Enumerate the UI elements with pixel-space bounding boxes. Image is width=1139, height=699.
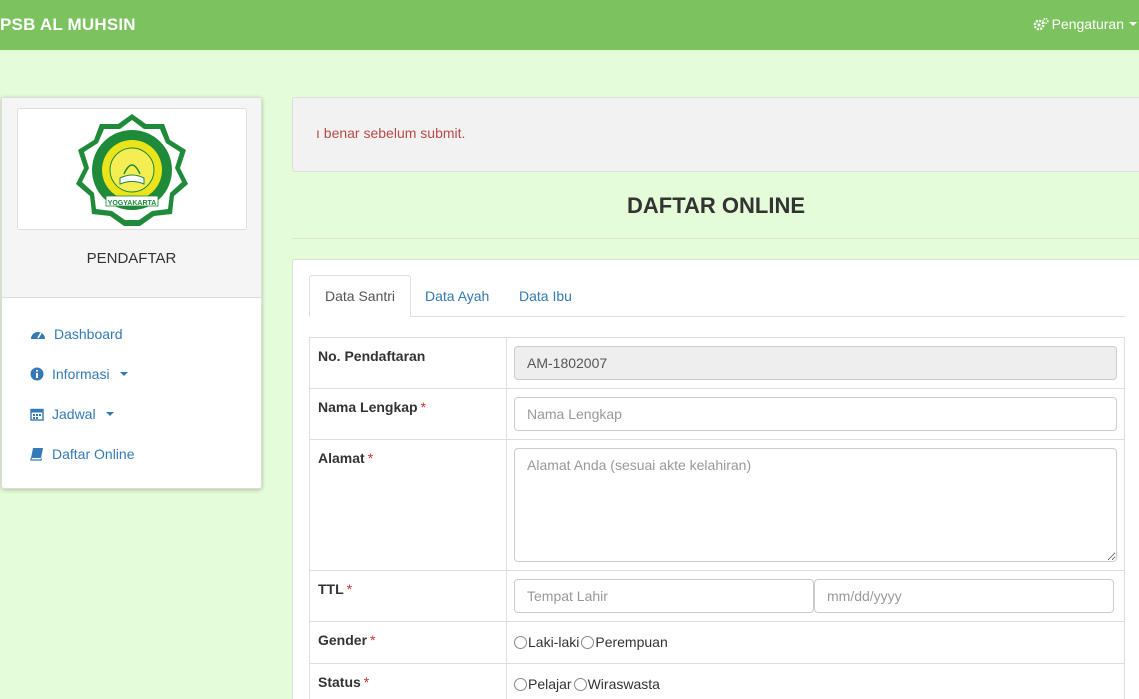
radio-label: Laki-laki xyxy=(528,634,580,650)
radio-label: Pelajar xyxy=(528,676,572,692)
radio-label: Perempuan xyxy=(595,634,668,650)
school-logo: YOGYAKARTA xyxy=(76,114,188,226)
sidebar-item-informasi[interactable]: Informasi xyxy=(30,364,128,384)
tab-data-ibu[interactable]: Data Ibu xyxy=(504,275,587,317)
field-label: Gender xyxy=(318,632,368,648)
nama-lengkap-field[interactable] xyxy=(514,397,1117,431)
table-row: Status * Pelajar Wiraswasta xyxy=(309,663,1125,699)
sidebar-title: PENDAFTAR xyxy=(86,250,177,267)
alert-box: ı benar sebelum submit. xyxy=(292,97,1139,172)
alamat-cell xyxy=(506,439,1125,571)
alert-text: ı benar sebelum submit. xyxy=(316,125,466,141)
no-pendaftaran-field xyxy=(514,346,1117,380)
page-title: DAFTAR ONLINE xyxy=(626,193,806,218)
table-row: TTL * xyxy=(309,570,1125,622)
nama-lengkap-label: Nama Lengkap * xyxy=(309,388,507,440)
caret-down-icon xyxy=(105,412,114,416)
tab-data-ayah[interactable]: Data Ayah xyxy=(410,275,504,317)
status-label: Status * xyxy=(309,663,507,699)
form-panel: Data Santri Data Ayah Data Ibu No. Penda… xyxy=(292,259,1139,699)
book-icon xyxy=(30,448,43,461)
sidebar-item-jadwal[interactable]: Jadwal xyxy=(30,404,114,424)
sidebar: YOGYAKARTA PENDAFTAR Dashboard Informasi xyxy=(1,97,262,489)
logo-frame: YOGYAKARTA xyxy=(17,108,247,230)
required-marker: * xyxy=(370,632,376,648)
radio-pelajar[interactable] xyxy=(514,677,527,691)
gender-cell: Laki-laki Perempuan xyxy=(506,621,1125,664)
sidebar-item-label: Daftar Online xyxy=(52,446,135,462)
tanggal-lahir-field[interactable] xyxy=(814,579,1114,613)
field-label: Nama Lengkap xyxy=(318,399,418,415)
sidebar-item-label: Jadwal xyxy=(52,406,96,422)
caret-down-icon xyxy=(1129,22,1137,26)
caret-down-icon xyxy=(119,372,128,376)
santri-form-table: No. Pendaftaran Nama Lengkap* Alamat* TT… xyxy=(309,337,1125,699)
radio-label: Wiraswasta xyxy=(587,676,660,692)
gender-label: Gender * xyxy=(309,621,507,664)
table-row: Gender * Laki-laki Perempuan xyxy=(309,621,1125,664)
radio-laki-laki[interactable] xyxy=(514,635,527,649)
required-marker: * xyxy=(367,450,374,466)
ttl-cell xyxy=(506,570,1125,622)
alamat-textarea[interactable] xyxy=(514,448,1117,562)
field-label: Alamat xyxy=(318,450,365,466)
info-circle-icon xyxy=(30,367,44,381)
tab-data-santri[interactable]: Data Santri xyxy=(309,275,412,317)
required-marker: * xyxy=(346,581,353,597)
settings-dropdown[interactable]: Pengaturan xyxy=(1033,16,1137,32)
tempat-lahir-field[interactable] xyxy=(514,579,814,613)
required-marker: * xyxy=(420,399,427,415)
no-pendaftaran-cell xyxy=(506,337,1125,389)
ttl-label: TTL * xyxy=(309,570,507,622)
no-pendaftaran-label: No. Pendaftaran xyxy=(309,337,507,389)
sidebar-item-label: Dashboard xyxy=(54,326,123,342)
top-navbar: PSB AL MUHSIN Pengaturan xyxy=(0,0,1139,50)
sidebar-profile: YOGYAKARTA PENDAFTAR xyxy=(2,98,261,298)
field-label: TTL xyxy=(318,581,344,597)
status-cell: Pelajar Wiraswasta xyxy=(506,663,1125,699)
sidebar-item-dashboard[interactable]: Dashboard xyxy=(30,324,123,344)
field-label: Status xyxy=(318,674,361,690)
required-marker: * xyxy=(363,674,370,690)
table-row: No. Pendaftaran xyxy=(309,337,1125,389)
logo-ring-text: YOGYAKARTA xyxy=(108,200,157,207)
sidebar-item-daftar-online[interactable]: Daftar Online xyxy=(30,444,134,464)
radio-wiraswasta[interactable] xyxy=(573,677,587,691)
table-row: Alamat * xyxy=(309,439,1125,571)
dashboard-icon xyxy=(31,332,45,339)
gears-icon xyxy=(1033,17,1049,31)
settings-label: Pengaturan xyxy=(1051,16,1124,32)
calendar-icon xyxy=(30,408,44,421)
nama-lengkap-cell xyxy=(506,388,1125,440)
brand-title[interactable]: PSB AL MUHSIN xyxy=(0,15,136,35)
title-divider xyxy=(292,238,1139,239)
sidebar-item-label: Informasi xyxy=(52,366,110,382)
field-label: No. Pendaftaran xyxy=(318,348,426,364)
radio-perempuan[interactable] xyxy=(581,635,595,649)
alamat-label: Alamat * xyxy=(309,439,507,571)
table-row: Nama Lengkap * xyxy=(309,388,1125,440)
